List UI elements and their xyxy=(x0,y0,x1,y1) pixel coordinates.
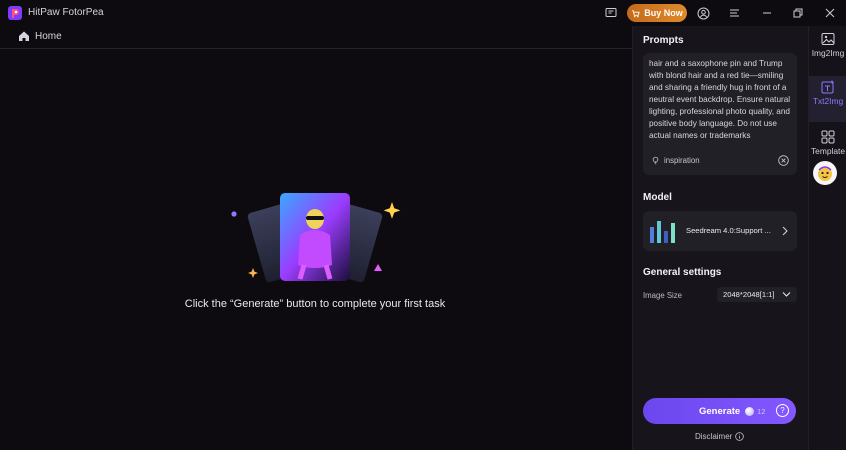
credit-cost: 12 xyxy=(757,407,766,416)
buy-now-label: Buy Now xyxy=(644,8,683,18)
account-icon[interactable] xyxy=(694,4,712,22)
help-icon[interactable]: ? xyxy=(776,404,789,417)
empty-state-hint: Click the “Generate” button to complete … xyxy=(184,298,446,310)
restore-icon[interactable] xyxy=(789,4,807,22)
model-thumbnail-icon xyxy=(650,221,675,243)
chevron-right-icon xyxy=(782,226,788,236)
home-bar: Home xyxy=(0,26,632,49)
inspiration-label: inspiration xyxy=(664,156,700,165)
tool-strip: Img2Img Txt2Img Template xyxy=(808,26,846,450)
home-link[interactable]: Home xyxy=(35,31,62,42)
credit-icon xyxy=(745,407,754,416)
clear-prompt-icon[interactable] xyxy=(778,155,789,166)
template-grid-icon xyxy=(821,130,835,144)
cart-icon xyxy=(632,9,640,17)
general-settings-title: General settings xyxy=(643,267,722,278)
disclaimer-label: Disclaimer xyxy=(695,432,733,441)
info-icon xyxy=(735,432,745,441)
menu-icon[interactable] xyxy=(725,4,743,22)
prompt-input[interactable]: hair and a saxophone pin and Trump with … xyxy=(643,53,797,175)
model-name: Seedream 4.0:Support ... xyxy=(686,226,771,235)
home-icon[interactable] xyxy=(18,30,30,42)
image-size-label: Image Size xyxy=(643,291,683,300)
prompts-title: Prompts xyxy=(643,35,684,46)
text-image-icon xyxy=(821,80,834,94)
chevron-down-icon xyxy=(782,292,791,297)
main-canvas: Click the “Generate” button to complete … xyxy=(0,50,632,450)
tool-label: Template xyxy=(811,146,845,156)
minimize-icon[interactable] xyxy=(758,4,776,22)
inspiration-button[interactable]: inspiration xyxy=(651,156,700,165)
image-size-select[interactable]: 2048*2048[1:1] xyxy=(717,287,797,302)
empty-state-illustration xyxy=(231,193,401,283)
image-size-value: 2048*2048[1:1] xyxy=(723,290,775,299)
tool-label: Img2Img xyxy=(811,48,845,58)
app-logo-icon xyxy=(8,6,22,20)
disclaimer-link[interactable]: Disclaimer xyxy=(695,432,745,441)
feedback-icon[interactable] xyxy=(602,4,620,22)
close-icon[interactable] xyxy=(821,4,839,22)
model-selector[interactable]: Seedream 4.0:Support ... xyxy=(643,211,797,251)
assistant-mascot-icon[interactable] xyxy=(813,161,837,185)
lightbulb-icon xyxy=(652,156,659,165)
generate-label: Generate xyxy=(699,406,741,417)
tool-label: Txt2Img xyxy=(812,96,844,106)
title-bar: HitPaw FotorPea Buy Now xyxy=(0,0,846,26)
app-title: HitPaw FotorPea xyxy=(28,7,104,18)
image-icon xyxy=(821,33,835,45)
generate-button[interactable]: Generate 12 ? xyxy=(643,398,796,424)
tool-txt2img[interactable]: Txt2Img xyxy=(809,76,846,122)
tool-img2img[interactable]: Img2Img xyxy=(809,28,846,74)
prompt-text[interactable]: hair and a saxophone pin and Trump with … xyxy=(649,58,791,154)
settings-panel: Prompts hair and a saxophone pin and Tru… xyxy=(632,26,808,450)
buy-now-button[interactable]: Buy Now xyxy=(627,4,687,22)
model-title: Model xyxy=(643,192,672,203)
